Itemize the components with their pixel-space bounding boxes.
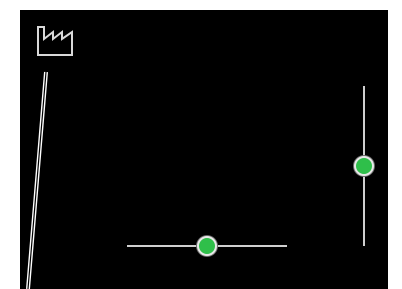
factory-icon: [37, 26, 73, 56]
vertical-slider[interactable]: [352, 86, 376, 246]
vertical-slider-thumb[interactable]: [354, 156, 374, 176]
horizontal-slider[interactable]: [127, 234, 287, 258]
horizontal-slider-thumb[interactable]: [197, 236, 217, 256]
device-screen: [20, 10, 388, 289]
